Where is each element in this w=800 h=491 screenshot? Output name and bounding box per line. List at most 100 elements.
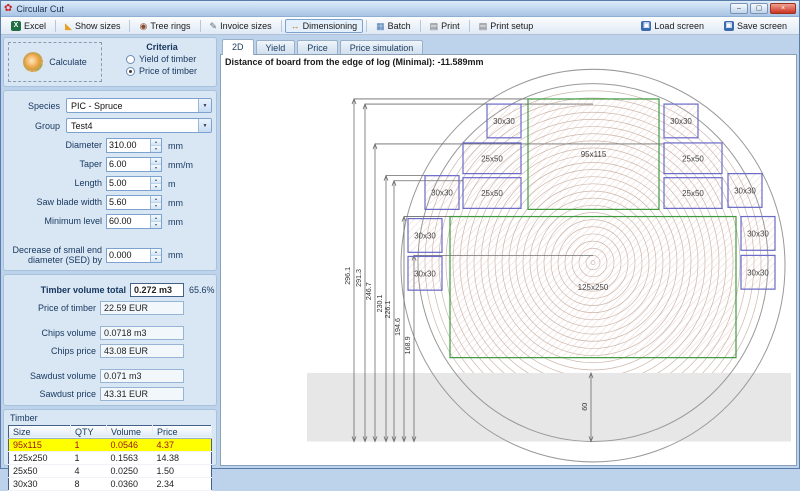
save-screen-icon: ▣ xyxy=(724,21,734,31)
toolbar-button-excel[interactable]: XExcel xyxy=(5,19,52,33)
spinner-down-icon[interactable]: ▾ xyxy=(151,256,161,262)
toolbar-button-load-screen[interactable]: ▣Load screen xyxy=(635,19,710,33)
timber-box: Timber SizeQTYVolumePrice 95x11510.05464… xyxy=(3,409,217,466)
column-header-price[interactable]: Price xyxy=(153,425,212,438)
result-value: 0.0718 m3 xyxy=(100,326,184,340)
group-dropdown[interactable]: Test4▼ xyxy=(66,118,212,133)
result-row-timber-volume-total: Timber volume total0.272 m365.6% xyxy=(8,283,212,297)
parameters-box: SpeciesPIC - Spruce▼GroupTest4▼ Diameter… xyxy=(3,90,217,271)
board-30x30[interactable]: 30x30 xyxy=(425,176,459,210)
radio-selected[interactable] xyxy=(126,67,135,76)
radio-unselected[interactable] xyxy=(126,55,135,64)
calculate-button[interactable]: Calculate xyxy=(8,42,102,82)
board-30x30[interactable]: 30x30 xyxy=(487,104,521,138)
board-30x30[interactable]: 30x30 xyxy=(664,104,698,138)
table-row[interactable]: 25x5040.02501.50 xyxy=(9,464,212,477)
result-value: 43.31 EUR xyxy=(100,387,184,401)
spinner-up-icon[interactable]: ▴ xyxy=(151,196,161,203)
field-row-saw-blade-width: Saw blade width5.60▴▾mm xyxy=(8,195,212,210)
cell: 1 xyxy=(71,438,107,451)
tab-yield[interactable]: Yield xyxy=(256,40,296,55)
column-header-size[interactable]: Size xyxy=(9,425,71,438)
length-input[interactable]: 5.00▴▾ xyxy=(106,176,162,191)
dimension-label: 60 xyxy=(582,403,589,411)
minimum-level-spinner[interactable]: ▴▾ xyxy=(150,215,161,228)
diameter-input[interactable]: 310.00▴▾ xyxy=(106,138,162,153)
minimum-level-band xyxy=(307,373,791,442)
taper-input[interactable]: 6.00▴▾ xyxy=(106,157,162,172)
minimum-level-input[interactable]: 60.00▴▾ xyxy=(106,214,162,229)
result-value: 0.272 m3 xyxy=(130,283,184,297)
board-25x50[interactable]: 25x50 xyxy=(463,178,521,209)
toolbar-button-print[interactable]: ▤Print xyxy=(424,19,466,33)
length-spinner[interactable]: ▴▾ xyxy=(150,177,161,190)
cell: 125x250 xyxy=(9,451,71,464)
result-label: Sawdust price xyxy=(8,389,100,399)
board-30x30[interactable]: 30x30 xyxy=(741,255,775,289)
saw-blade-width-input[interactable]: 5.60▴▾ xyxy=(106,195,162,210)
field-value: 5.60 xyxy=(107,196,150,209)
toolbar-button-save-screen[interactable]: ▣Save screen xyxy=(718,19,793,33)
table-row[interactable]: 95x11510.05464.37 xyxy=(9,438,212,451)
sed-decrease-input[interactable]: 0.000▴▾ xyxy=(106,248,162,263)
print-icon: ▤ xyxy=(430,21,439,31)
toolbar-separator xyxy=(55,20,56,32)
toolbar-button-dimensioning[interactable]: ↔Dimensioning xyxy=(285,19,364,33)
board-30x30[interactable]: 30x30 xyxy=(728,174,762,208)
board-25x50[interactable]: 25x50 xyxy=(463,143,521,174)
board-25x50[interactable]: 25x50 xyxy=(664,143,722,174)
toolbar-button-print-setup[interactable]: ▤Print setup xyxy=(473,19,540,33)
board-30x30[interactable]: 30x30 xyxy=(408,256,442,290)
dimension-label: 194.6 xyxy=(395,318,402,336)
board-label: 95x115 xyxy=(581,150,607,159)
excel-icon: X xyxy=(11,21,21,31)
saw-blade-width-spinner[interactable]: ▴▾ xyxy=(150,196,161,209)
board-30x30[interactable]: 30x30 xyxy=(408,219,442,253)
spinner-up-icon[interactable]: ▴ xyxy=(151,177,161,184)
cell: 14.38 xyxy=(153,451,212,464)
species-dropdown[interactable]: PIC - Spruce▼ xyxy=(66,98,212,113)
table-row[interactable]: 125x25010.156314.38 xyxy=(9,451,212,464)
toolbar-button-invoice-sizes[interactable]: ✎Invoice sizes xyxy=(204,19,278,33)
spinner-up-icon[interactable]: ▴ xyxy=(151,158,161,165)
column-header-volume[interactable]: Volume xyxy=(107,425,153,438)
criteria-option-0[interactable]: Yield of timber xyxy=(112,54,212,64)
spinner-down-icon[interactable]: ▾ xyxy=(151,165,161,171)
main-area: 2DYieldPricePrice simulation Distance of… xyxy=(220,37,797,466)
column-header-qty[interactable]: QTY xyxy=(71,425,107,438)
board-95x115[interactable]: 95x115 xyxy=(528,99,659,209)
board-label: 30x30 xyxy=(747,229,769,238)
toolbar-button-show-sizes[interactable]: ◣Show sizes xyxy=(59,19,126,33)
toolbar-button-batch[interactable]: ▦Batch xyxy=(370,19,417,33)
spinner-down-icon[interactable]: ▾ xyxy=(151,184,161,190)
criteria-option-1[interactable]: Price of timber xyxy=(112,66,212,76)
tab-price[interactable]: Price xyxy=(297,40,338,55)
result-row-price-of-timber: Price of timber22.59 EUR xyxy=(8,301,212,315)
sed-decrease-spinner[interactable]: ▴▾ xyxy=(150,249,161,262)
tab-price-simulation[interactable]: Price simulation xyxy=(340,40,424,55)
diameter-spinner[interactable]: ▴▾ xyxy=(150,139,161,152)
spinner-down-icon[interactable]: ▾ xyxy=(151,222,161,228)
maximize-button[interactable]: ▢ xyxy=(750,3,768,14)
board-125x250[interactable]: 125x250 xyxy=(450,217,736,358)
board-label: 30x30 xyxy=(734,186,756,195)
load-screen-icon: ▣ xyxy=(641,21,651,31)
close-button[interactable]: × xyxy=(770,3,796,14)
toolbar-separator xyxy=(200,20,201,32)
spinner-up-icon[interactable]: ▴ xyxy=(151,249,161,256)
minimize-button[interactable]: – xyxy=(730,3,748,14)
tab-2d[interactable]: 2D xyxy=(222,39,254,55)
field-unit: mm xyxy=(162,141,183,151)
board-30x30[interactable]: 30x30 xyxy=(741,217,775,251)
toolbar-button-label: Dimensioning xyxy=(303,21,358,31)
table-row[interactable]: 30x3080.03602.34 xyxy=(9,477,212,490)
board-25x50[interactable]: 25x50 xyxy=(664,178,722,209)
toolbar-button-tree-rings[interactable]: ◉Tree rings xyxy=(133,19,196,33)
spinner-down-icon[interactable]: ▾ xyxy=(151,146,161,152)
content-header: Distance of board from the edge of log (… xyxy=(225,57,484,67)
spinner-down-icon[interactable]: ▾ xyxy=(151,203,161,209)
spinner-up-icon[interactable]: ▴ xyxy=(151,215,161,222)
taper-spinner[interactable]: ▴▾ xyxy=(150,158,161,171)
spinner-up-icon[interactable]: ▴ xyxy=(151,139,161,146)
field-label: Minimum level xyxy=(8,216,106,226)
